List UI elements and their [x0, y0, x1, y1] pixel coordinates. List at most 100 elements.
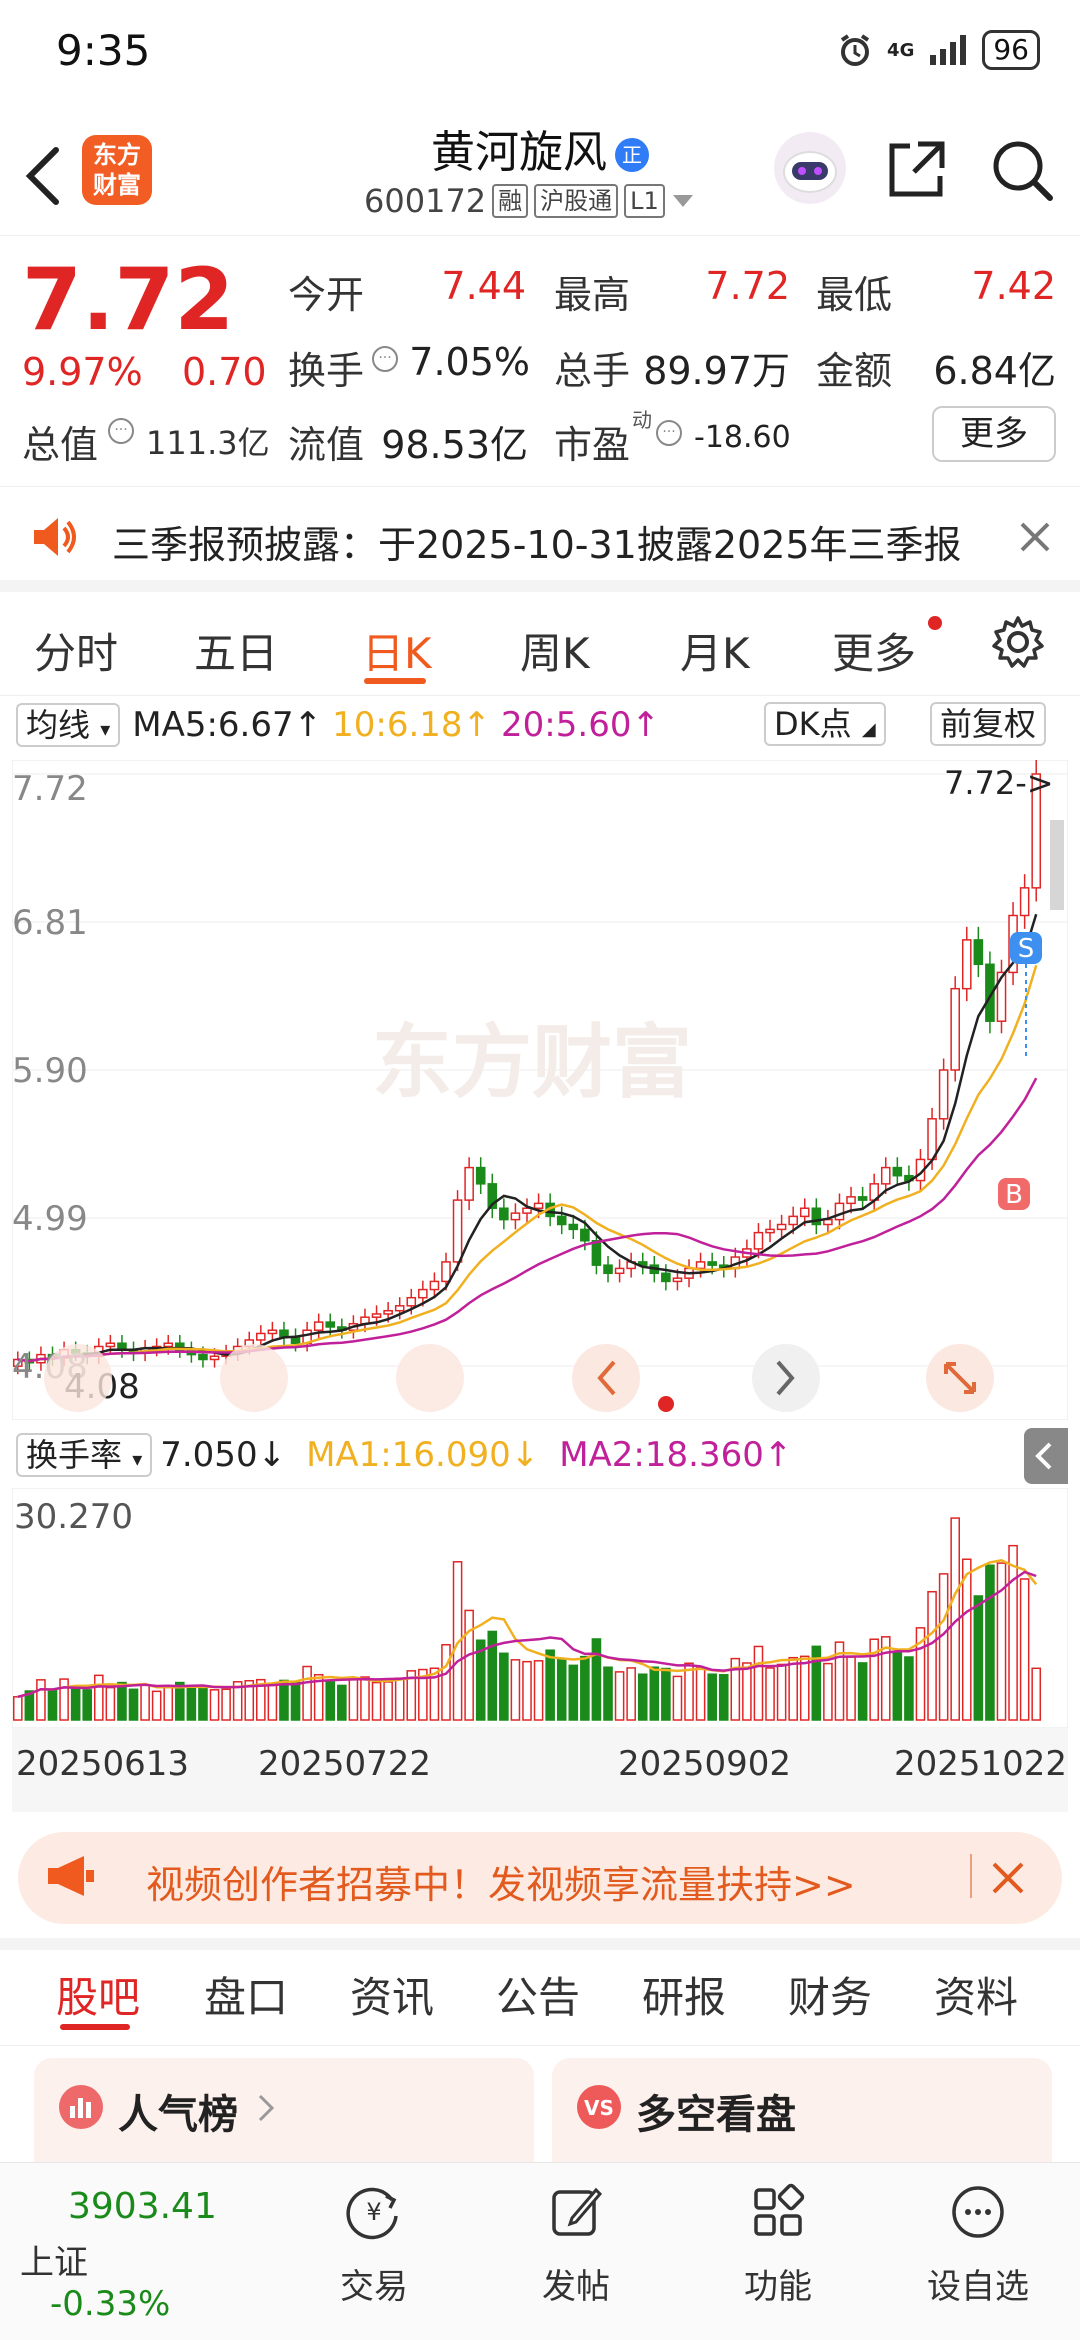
pe-label: 市盈: [554, 423, 631, 467]
tab-orderbook[interactable]: 盘口: [204, 1964, 288, 2025]
tab-five-day[interactable]: 五日: [194, 620, 278, 681]
open-value: 7.44: [441, 264, 526, 308]
dk-point-button[interactable]: DK点 ◢: [764, 702, 886, 746]
turnover-bar: [221, 1688, 231, 1721]
tab-daily-k[interactable]: 日K: [362, 620, 432, 681]
ma20-label: 20:5.60↑: [501, 705, 660, 745]
nav-watchlist[interactable]: 设自选: [908, 2182, 1048, 2308]
more-dots-icon: [952, 2186, 1004, 2238]
turnover-bar: [464, 1609, 474, 1721]
zoom-mid-button[interactable]: [220, 1344, 288, 1412]
stock-code-line[interactable]: 600172 融 沪股通 L1: [364, 182, 695, 220]
turnover-bar: [186, 1685, 197, 1721]
bull-bear-title: 多空看盘: [636, 2092, 796, 2138]
index-value: 3903.41: [68, 2186, 217, 2227]
candle: [603, 1264, 613, 1275]
kline-chart[interactable]: 东方财富 7.726.815.904.994.08 7.72-> 4.08 S …: [12, 760, 1068, 1420]
robot-assistant-icon[interactable]: [770, 128, 850, 208]
turnover-info-icon[interactable]: ···: [372, 346, 398, 372]
tab-monthly-k[interactable]: 月K: [680, 620, 750, 681]
turnover-value: 7.05%: [409, 340, 530, 384]
y-axis-label: 6.81: [12, 903, 88, 943]
candle: [105, 1342, 116, 1348]
turnover-bar: [267, 1684, 278, 1721]
turnover-bar: [603, 1666, 613, 1721]
ma-legend-row: 均线 ▾ MA5:6.67↑ 10:6.18↑ 20:5.60↑: [16, 702, 660, 748]
high-label: 最高: [554, 273, 631, 317]
scroll-left-button[interactable]: [572, 1344, 640, 1412]
collapse-panel-button[interactable]: [1024, 1428, 1068, 1484]
turnover-bar: [892, 1650, 903, 1721]
info-icon[interactable]: ···: [108, 418, 134, 444]
turnover-bar: [823, 1662, 833, 1721]
adjust-button[interactable]: 前复权: [930, 702, 1047, 746]
tab-intraday[interactable]: 分时: [34, 620, 118, 681]
turnover-selector[interactable]: 换手率 ▾: [16, 1433, 153, 1477]
promo-close-icon[interactable]: [990, 1860, 1026, 1896]
tab-weekly-k[interactable]: 周K: [520, 620, 590, 681]
share-icon[interactable]: [884, 138, 948, 202]
tab-finance[interactable]: 财务: [788, 1964, 872, 2025]
svg-text:S: S: [1018, 934, 1035, 964]
candle: [950, 987, 961, 1071]
float-label: 流值: [288, 423, 365, 467]
index-ticker[interactable]: 3903.41 上证 -0.33%: [20, 2186, 240, 2324]
scroll-right-button[interactable]: [752, 1344, 820, 1412]
tab-research[interactable]: 研报: [642, 1964, 726, 2025]
turnover-bar: [927, 1590, 937, 1721]
turnover-bar: [742, 1662, 752, 1721]
tab-more[interactable]: 更多: [832, 620, 916, 681]
turnover-bar: [788, 1656, 798, 1721]
tag-connect: 沪股通: [534, 184, 619, 218]
turnover-bar: [290, 1680, 301, 1721]
nav-trade[interactable]: ¥ 交易: [304, 2182, 444, 2308]
turnover-bar: [580, 1655, 590, 1721]
turnover-bar: [47, 1689, 58, 1721]
amount-label: 金额: [816, 349, 893, 393]
turnover-bar: [117, 1681, 127, 1721]
ma10-label: 10:6.18↑: [332, 705, 492, 745]
turnover-bar: [799, 1655, 810, 1721]
zoom-add-button[interactable]: [396, 1344, 464, 1412]
close-icon[interactable]: [1018, 520, 1052, 554]
pe-info-icon[interactable]: ···: [656, 420, 682, 446]
candle: [788, 1215, 798, 1226]
status-time: 9:35: [56, 26, 151, 75]
turnover-bar: [591, 1638, 602, 1721]
turnover-bar: [776, 1663, 787, 1721]
tab-news[interactable]: 资讯: [350, 1964, 434, 2025]
index-name: 上证: [20, 2243, 88, 2283]
turnover-chart[interactable]: 30.270: [12, 1488, 1068, 1728]
chart-scrollbar[interactable]: [1050, 820, 1064, 910]
fullscreen-button[interactable]: [926, 1344, 994, 1412]
turnover-bar: [510, 1659, 521, 1721]
more-button[interactable]: 更多: [932, 406, 1056, 462]
candle: [313, 1321, 324, 1331]
candle: [464, 1166, 474, 1201]
popularity-title: 人气榜: [118, 2092, 238, 2138]
ma-selector[interactable]: 均线 ▾: [16, 703, 121, 747]
candle: [383, 1309, 393, 1315]
current-price: 7.72: [22, 250, 235, 350]
candle: [661, 1272, 671, 1283]
popularity-card[interactable]: [34, 2058, 534, 2162]
nav-post[interactable]: 发帖: [506, 2182, 646, 2308]
tab-forum[interactable]: 股吧: [56, 1964, 140, 2025]
candle: [776, 1223, 787, 1231]
candle: [753, 1231, 764, 1250]
nav-features[interactable]: 功能: [708, 2182, 848, 2308]
turnover-bar: [1019, 1578, 1030, 1721]
grid-icon: [754, 2183, 805, 2236]
turnover-bar: [637, 1673, 648, 1721]
settings-gear-icon[interactable]: [990, 614, 1046, 670]
turnover-bar: [394, 1677, 405, 1721]
tab-profile[interactable]: 资料: [934, 1964, 1018, 2025]
candle: [441, 1261, 451, 1283]
candle: [452, 1199, 463, 1263]
zoom-left-button[interactable]: [44, 1344, 112, 1412]
tab-announcements[interactable]: 公告: [496, 1964, 580, 2025]
search-icon[interactable]: [990, 138, 1054, 202]
bull-bear-card[interactable]: [552, 2058, 1052, 2162]
promo-text: 视频创作者招募中！发视频享流量扶持>>: [146, 1863, 856, 1907]
turnover-bar: [1031, 1667, 1042, 1721]
